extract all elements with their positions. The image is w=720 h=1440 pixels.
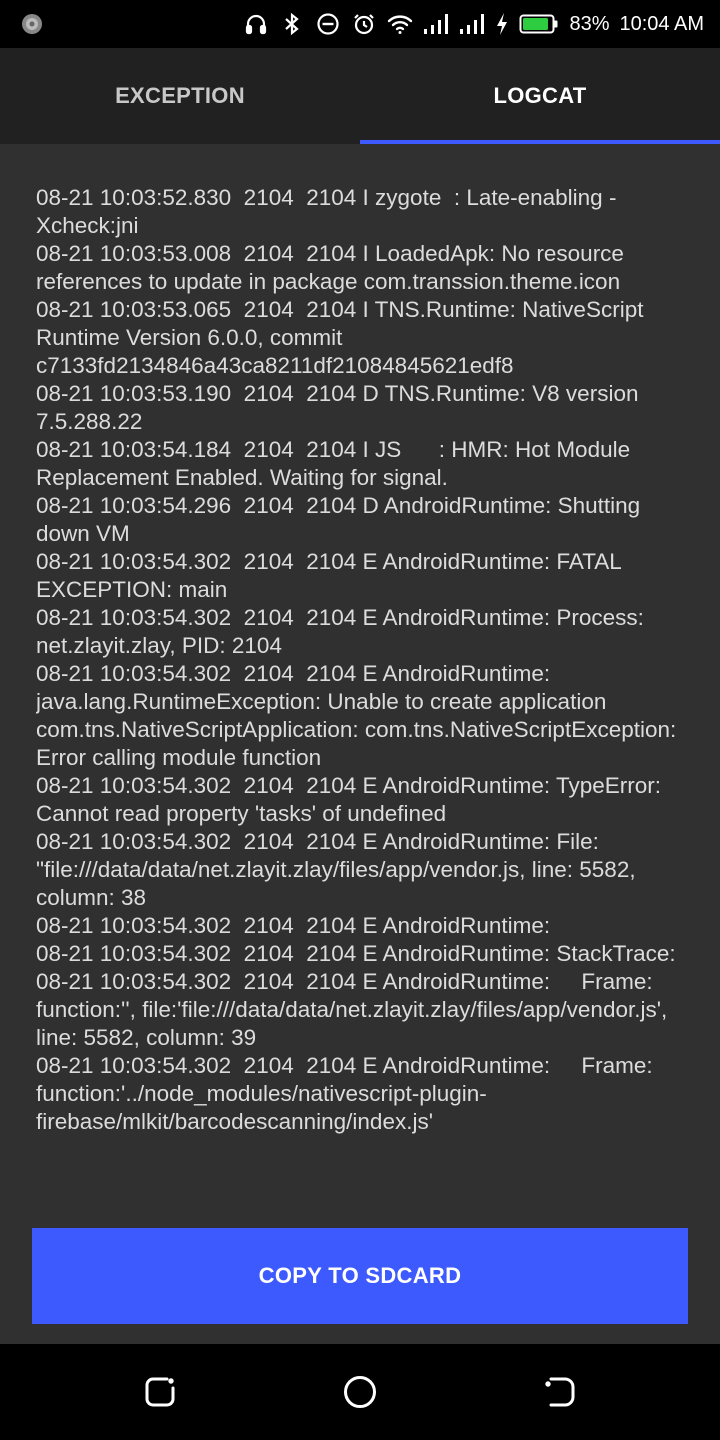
copy-to-sdcard-button[interactable]: COPY TO SDCARD [32, 1228, 688, 1324]
logcat-panel: 08-21 10:03:52.830 2104 2104 I zygote : … [0, 144, 720, 1344]
do-not-disturb-icon [315, 11, 341, 37]
signal-icon-2 [459, 11, 485, 37]
logcat-text: 08-21 10:03:52.830 2104 2104 I zygote : … [36, 185, 677, 1134]
tab-bar: EXCEPTION LOGCAT [0, 48, 720, 144]
status-bar: 83% 10:04 AM [0, 0, 720, 48]
battery-percent: 83% [569, 12, 610, 35]
clock-time: 10:04 AM [619, 12, 704, 35]
tab-exception[interactable]: EXCEPTION [0, 48, 360, 144]
alarm-icon [351, 11, 377, 37]
wifi-icon [387, 11, 413, 37]
signal-icon [423, 11, 449, 37]
back-icon[interactable] [540, 1372, 580, 1412]
navigation-bar [0, 1344, 720, 1440]
charging-icon [495, 11, 509, 37]
bluetooth-icon [279, 11, 305, 37]
battery-icon [519, 11, 559, 37]
recents-icon[interactable] [140, 1372, 180, 1412]
tab-logcat[interactable]: LOGCAT [360, 48, 720, 144]
app-notification-icon [20, 12, 44, 36]
headphones-icon [243, 11, 269, 37]
home-icon[interactable] [340, 1372, 380, 1412]
logcat-scroll-area[interactable]: 08-21 10:03:52.830 2104 2104 I zygote : … [36, 184, 686, 1206]
